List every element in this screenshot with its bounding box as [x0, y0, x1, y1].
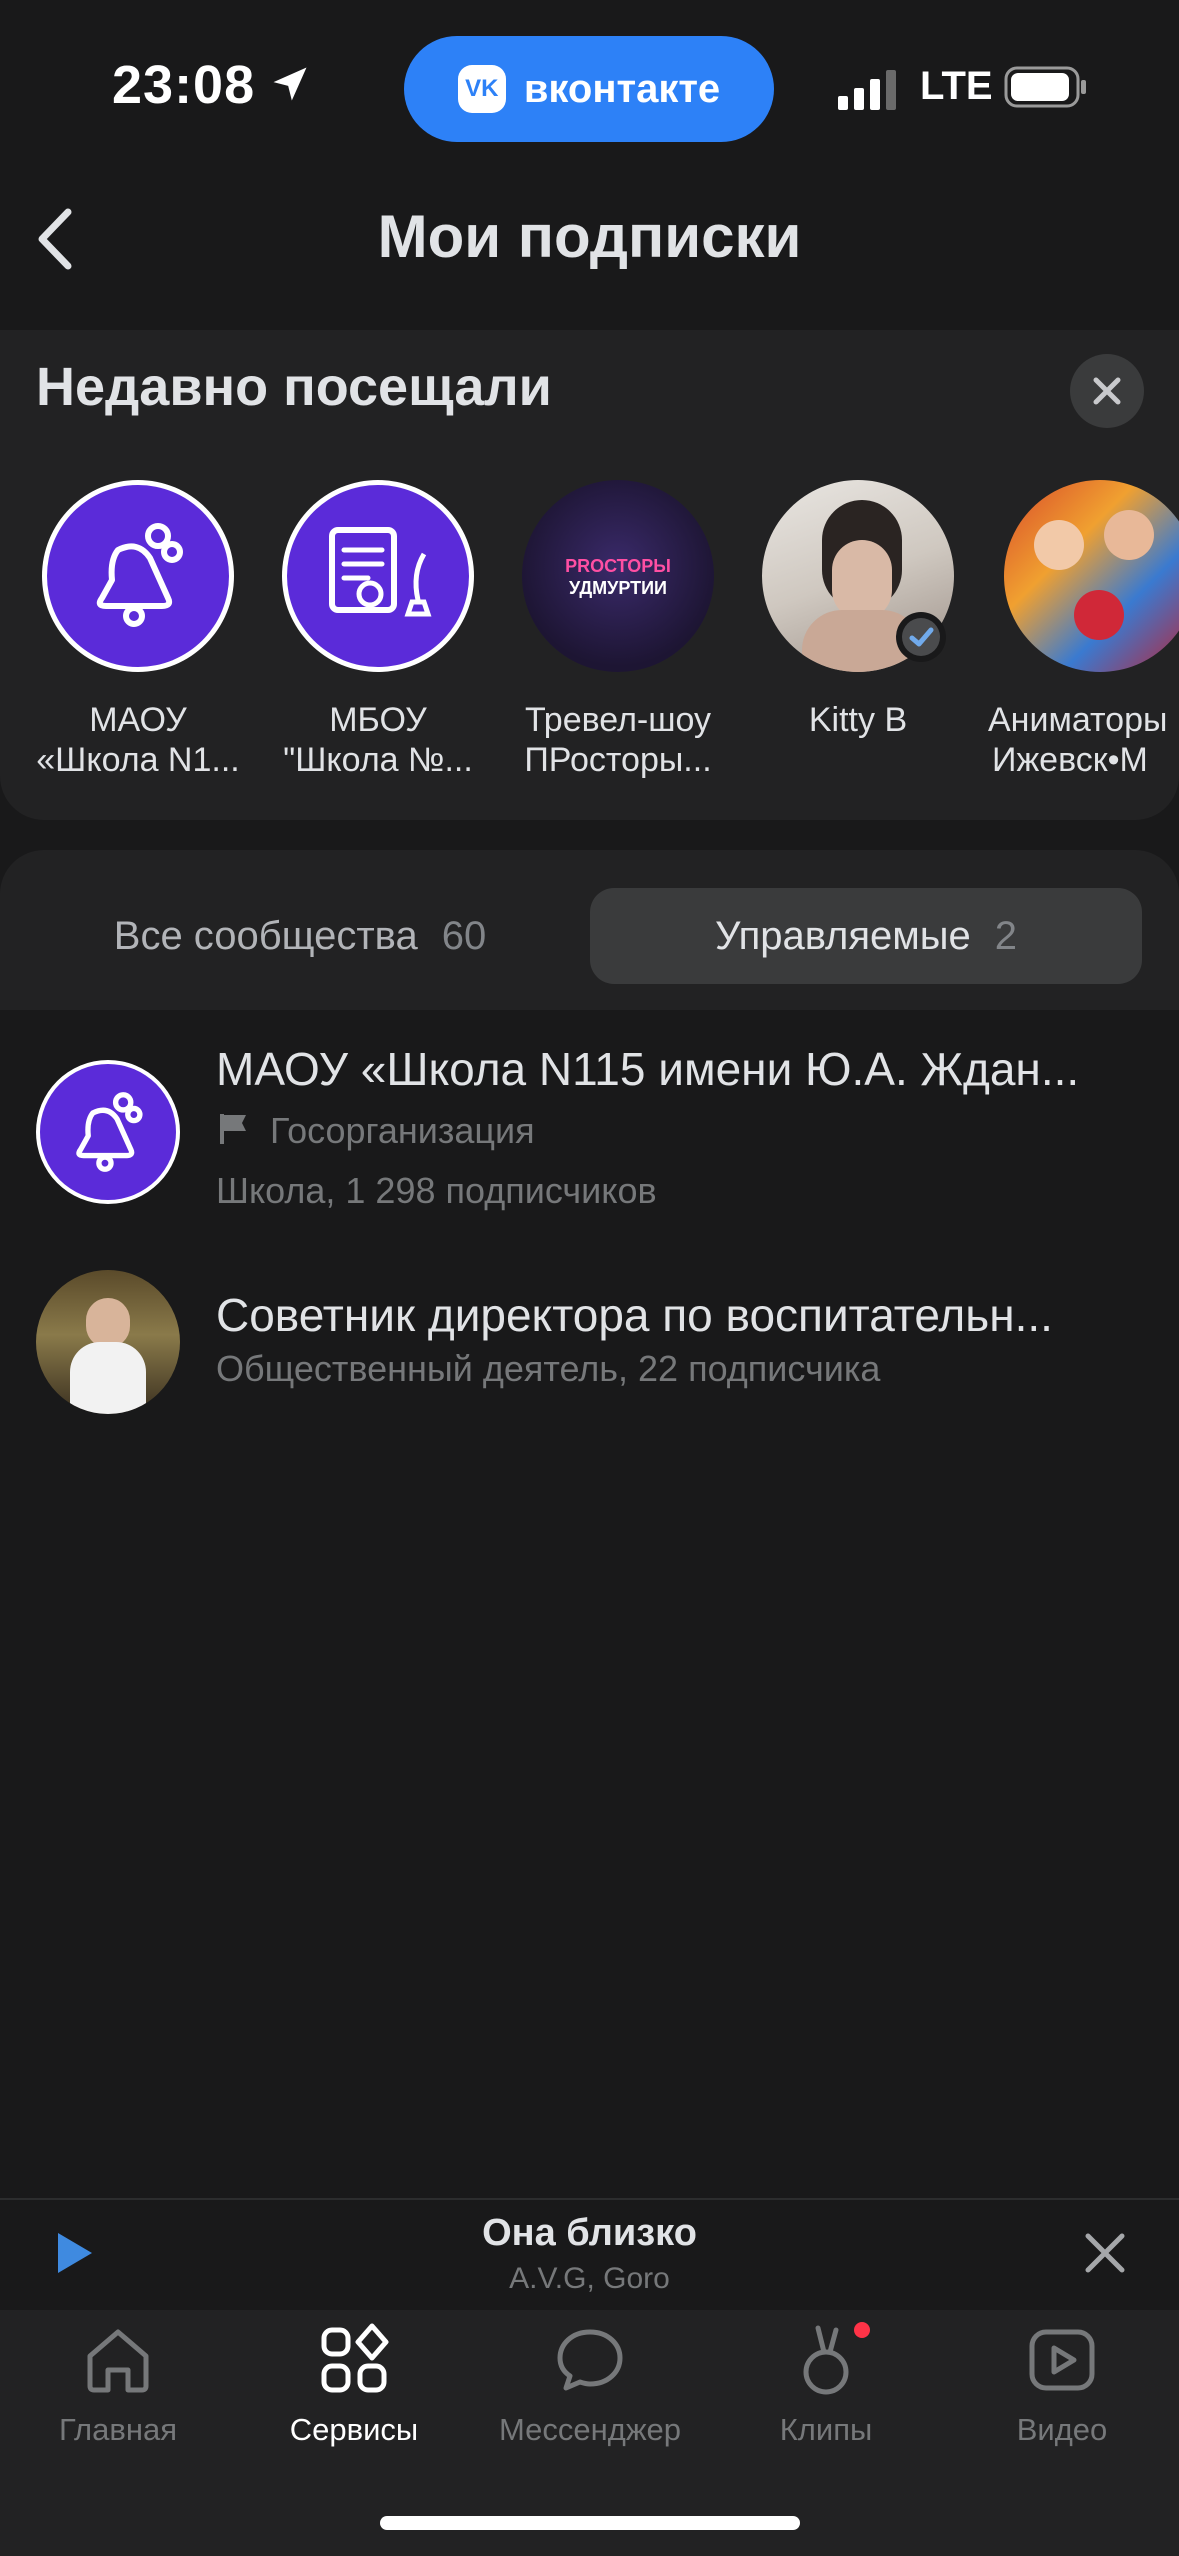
notification-dot: [854, 2322, 870, 2338]
recent-item-label-2: «Школа N1...: [36, 741, 240, 779]
video-icon: [1029, 2329, 1095, 2391]
recent-item-label-1: МБОУ: [329, 701, 427, 739]
tab-managed[interactable]: Управляемые 2: [590, 888, 1142, 984]
home-icon: [87, 2329, 149, 2393]
clips-icon: [803, 2325, 849, 2395]
recent-item-label-2: Ижевск•М: [992, 741, 1148, 779]
verified-badge-icon: [896, 612, 946, 662]
community-subtitle: Общественный деятель, 22 подписчика: [216, 1348, 881, 1389]
community-row[interactable]: МАОУ «Школа N115 имени Ю.А. Ждан... Госо…: [0, 1030, 1179, 1230]
messenger-icon: [557, 2329, 623, 2391]
avatar-text-bottom: УДМУРТИИ: [569, 578, 667, 598]
page-title: Мои подписки: [377, 203, 802, 270]
vk-pill-label: вконтакте: [523, 66, 721, 111]
community-title: Советник директора по воспитательн...: [216, 1289, 1053, 1341]
recent-item-label-2: "Школа №...: [283, 741, 473, 779]
tab-label: Управляемые: [714, 913, 971, 958]
tab-all-communities[interactable]: Все сообщества 60: [40, 888, 560, 984]
recent-item-label-1: Kitty B: [808, 701, 908, 739]
vk-logo-icon: VK: [457, 65, 506, 113]
nav-label: Клипы: [779, 2412, 873, 2447]
status-time: 23:08: [112, 55, 256, 115]
nav-services[interactable]: Сервисы: [236, 2322, 472, 2448]
nav-clips[interactable]: Клипы: [708, 2322, 944, 2448]
community-avatar: PROСТОРЫ УДМУРТИИ: [522, 480, 714, 672]
bell-icon: [96, 523, 183, 627]
profile-photo: [36, 1270, 180, 1414]
recent-item-label-1: Аниматоры: [988, 701, 1168, 739]
vk-app-pill[interactable]: VK вконтакте: [404, 36, 774, 142]
nav-home[interactable]: Главная: [0, 2322, 236, 2448]
tab-count: 60: [441, 913, 487, 958]
location-arrow-icon: [273, 67, 307, 101]
recent-item-label-1: Тревел-шоу: [524, 701, 712, 739]
recent-item[interactable]: МАОУ «Школа N1...: [28, 480, 248, 780]
community-title: МАОУ «Школа N115 имени Ю.А. Ждан...: [216, 1043, 1080, 1095]
battery-icon: [1004, 66, 1086, 108]
cellular-signal-icon: [838, 70, 896, 110]
community-photo: [1004, 480, 1179, 672]
nav-label: Сервисы: [289, 2412, 419, 2447]
recent-visited-title: Недавно посещали: [36, 357, 552, 417]
nav-label: Главная: [59, 2412, 177, 2447]
community-row[interactable]: Советник директора по воспитательн... Об…: [0, 1270, 1179, 1430]
services-icon: [321, 2323, 389, 2393]
nav-label: Видео: [1016, 2412, 1108, 2447]
community-tag: Госорганизация: [270, 1110, 535, 1151]
close-icon: [1093, 377, 1121, 405]
nav-video[interactable]: Видео: [944, 2322, 1179, 2448]
avatar-text-top: PROСТОРЫ: [565, 556, 671, 576]
recent-item-label-2: ПРосторы...: [524, 741, 712, 779]
tab-label: Все сообщества: [113, 913, 418, 958]
community-avatar: [282, 480, 474, 672]
community-avatar: [42, 480, 234, 672]
recent-close-button[interactable]: [1070, 354, 1144, 428]
recent-item-label-1: МАОУ: [89, 701, 187, 739]
recent-item[interactable]: Kitty B: [748, 480, 968, 740]
network-type: LTE: [920, 64, 993, 108]
close-icon[interactable]: [1082, 2230, 1128, 2276]
nav-messenger[interactable]: Мессенджер: [472, 2322, 708, 2448]
flag-icon: [220, 1114, 246, 1144]
track-artist: A.V.G, Goro: [509, 2262, 670, 2295]
certificate-icon: [329, 527, 432, 617]
recent-item[interactable]: МБОУ "Школа №...: [268, 480, 488, 780]
recent-item[interactable]: PROСТОРЫ УДМУРТИИ Тревел-шоу ПРосторы...: [508, 480, 728, 780]
track-title: Она близко: [482, 2212, 697, 2254]
community-avatar: [36, 1060, 180, 1204]
community-subtitle: Школа, 1 298 подписчиков: [216, 1170, 657, 1211]
nav-label: Мессенджер: [498, 2412, 682, 2447]
tab-count: 2: [994, 913, 1018, 958]
bell-icon: [76, 1092, 143, 1172]
recent-item[interactable]: Аниматоры Ижевск•М: [988, 480, 1179, 780]
home-indicator[interactable]: [380, 2516, 800, 2530]
